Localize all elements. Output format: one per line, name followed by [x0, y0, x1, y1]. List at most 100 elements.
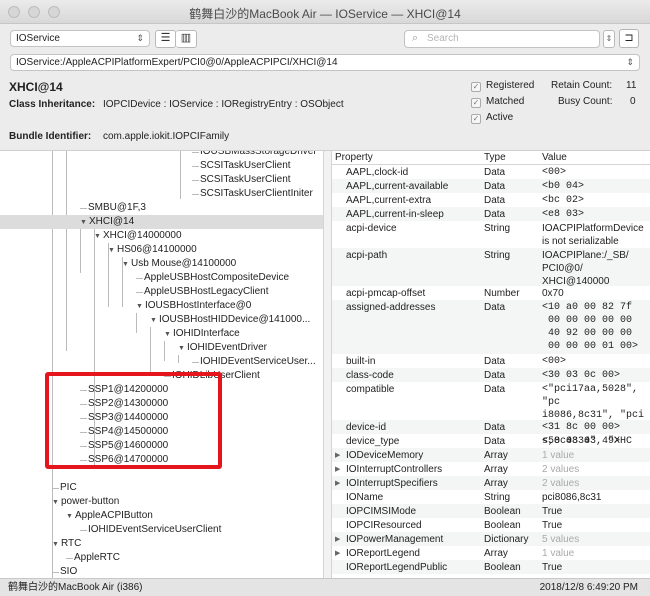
tree-row-label: AppleUSBHostCompositeDevice	[144, 272, 290, 283]
tree-row[interactable]: AppleUSBHostLegacyClient	[0, 285, 323, 299]
property-type: Data	[484, 167, 506, 178]
disclosure-triangle-icon[interactable]: ▶	[335, 449, 340, 462]
disclosure-triangle-icon[interactable]: ▶	[335, 477, 340, 490]
tree-row-label: PIC	[60, 482, 77, 493]
property-value: True	[542, 562, 563, 573]
tree-row[interactable]: SCSITaskUserClientIniter	[0, 187, 323, 201]
property-name: class-code	[346, 370, 394, 381]
property-row[interactable]: compatible Data <"pci17aa,5028", "pc i8086…	[332, 382, 650, 460]
search-options-icon[interactable]: ⇕	[603, 30, 615, 48]
tree-row[interactable]: ▼ Usb Mouse@14100000	[0, 257, 323, 271]
tree-row-content: SCSITaskUserClient	[192, 159, 291, 173]
property-row[interactable]: ▶ IOInterruptControllers Array 2 values	[332, 462, 650, 476]
tree-branch-line	[52, 488, 59, 489]
property-row[interactable]: AAPL,clock-id Data <00>	[332, 165, 650, 179]
tree-row[interactable]: SCSITaskUserClient	[0, 159, 323, 173]
tree-row-content: AppleUSBHostCompositeDevice	[136, 271, 290, 285]
disclosure-triangle-icon[interactable]: ▼	[52, 538, 61, 551]
disclosure-triangle-icon[interactable]: ▼	[108, 244, 117, 257]
content-panes: IOUSBMassStorageDriver SCSITaskUserClient…	[0, 150, 650, 579]
property-name: device_type	[346, 436, 400, 447]
tree-row[interactable]	[0, 467, 323, 481]
tree-row[interactable]: ▼ IOHIDInterface	[0, 327, 323, 341]
property-row[interactable]: AAPL,current-extra Data <bc 02>	[332, 193, 650, 207]
matched-label: Matched	[486, 96, 525, 107]
tree-row[interactable]: ▼ RTC	[0, 537, 323, 551]
property-row[interactable]: IOName String pci8086,8c31	[332, 490, 650, 504]
property-row[interactable]: assigned-addresses Data <10 a0 00 82 7f 00…	[332, 300, 650, 354]
property-type: Data	[484, 302, 506, 313]
search-field[interactable]: ⌕ Search	[404, 30, 600, 48]
pane-splitter[interactable]	[323, 151, 332, 579]
tree-row-label: SIO	[60, 566, 78, 577]
tree-row[interactable]: ▼ AppleACPIButton	[0, 509, 323, 523]
tree-row[interactable]: AppleUSBHostCompositeDevice	[0, 271, 323, 285]
list-view-button[interactable]: ☰	[155, 30, 176, 48]
property-row[interactable]: acpi-device String IOACPIPlatformDevice is…	[332, 221, 650, 248]
tree-row[interactable]: ▼ IOUSBHostInterface@0	[0, 299, 323, 313]
tree-row-label: IOUSBHostInterface@0	[145, 300, 252, 311]
disclosure-triangle-icon[interactable]: ▼	[178, 342, 187, 355]
tree-row[interactable]: ▼ XHCI@14000000	[0, 229, 323, 243]
registry-tree[interactable]: IOUSBMassStorageDriver SCSITaskUserClient…	[0, 151, 323, 579]
disclosure-triangle-icon[interactable]: ▼	[66, 510, 75, 523]
property-row[interactable]: acpi-pmcap-offset Number 0x70	[332, 286, 650, 300]
path-select[interactable]: IOService:/AppleACPIPlatformExpert/PCI0@…	[10, 54, 640, 71]
tree-row[interactable]: IOUSBMassStorageDriver	[0, 151, 323, 159]
property-row[interactable]: device-id Data <31 8c 00 00>	[332, 420, 650, 434]
tree-row[interactable]: AppleRTC	[0, 551, 323, 565]
property-row[interactable]: built-in Data <00>	[332, 354, 650, 368]
plane-select[interactable]: IOService ⇕	[10, 30, 150, 47]
tree-row[interactable]: SMBU@1F,3	[0, 201, 323, 215]
tree-row[interactable]: ▼ IOHIDEventDriver	[0, 341, 323, 355]
disclosure-triangle-icon[interactable]: ▼	[122, 258, 131, 271]
tree-branch-line	[192, 152, 199, 153]
property-row[interactable]: IOPCIResourced Boolean True	[332, 518, 650, 532]
property-value: IOACPIPlatformDevice is not serializable	[542, 223, 644, 247]
property-row[interactable]: device_type Data <58 48 43 49>	[332, 434, 650, 448]
tree-row[interactable]: SIO	[0, 565, 323, 579]
tree-row[interactable]: ▼ power-button	[0, 495, 323, 509]
property-type: Boolean	[484, 562, 521, 573]
tree-branch-line	[192, 180, 199, 181]
tree-row[interactable]: IOHIDEventServiceUser...	[0, 355, 323, 369]
tree-row[interactable]: PIC	[0, 481, 323, 495]
disclosure-triangle-icon[interactable]: ▶	[335, 547, 340, 560]
disclosure-triangle-icon[interactable]: ▼	[80, 216, 89, 229]
tree-row[interactable]: ▼ IOUSBHostHIDDevice@141000...	[0, 313, 323, 327]
disclosure-triangle-icon[interactable]: ▼	[94, 230, 103, 243]
tree-row[interactable]: SCSITaskUserClient	[0, 173, 323, 187]
tree-row[interactable]: IOHIDEventServiceUserClient	[0, 523, 323, 537]
column-view-button[interactable]: ▥	[176, 30, 197, 48]
property-value: 1 value	[542, 548, 575, 559]
column-header-property[interactable]: Property	[335, 151, 373, 164]
disclosure-triangle-icon[interactable]: ▼	[52, 496, 61, 509]
property-row[interactable]: ▶ IOReportLegend Array 1 value	[332, 546, 650, 560]
property-row[interactable]: ▶ IOInterruptSpecifiers Array 2 values	[332, 476, 650, 490]
property-value: <58 48 43 49>	[542, 436, 621, 447]
property-row[interactable]: AAPL,current-in-sleep Data <e8 03>	[332, 207, 650, 221]
tree-row-content: ▼ XHCI@14	[80, 215, 134, 229]
property-row[interactable]: ▶ IOPowerManagement Dictionary 5 values	[332, 532, 650, 546]
title-bar: 鹤舞白沙的MacBook Air — IOService — XHCI@14	[0, 0, 650, 24]
tree-row[interactable]: ▼ HS06@14100000	[0, 243, 323, 257]
disclosure-triangle-icon[interactable]: ▼	[164, 328, 173, 341]
column-header-value[interactable]: Value	[542, 151, 567, 164]
disclosure-triangle-icon[interactable]: ▼	[136, 300, 145, 313]
inspector-toggle-button[interactable]: ⊐	[619, 29, 639, 48]
tree-row-content: IOHIDEventServiceUserClient	[80, 523, 221, 537]
disclosure-triangle-icon[interactable]: ▼	[150, 314, 159, 327]
column-header-type[interactable]: Type	[484, 151, 506, 164]
disclosure-triangle-icon[interactable]: ▶	[335, 463, 340, 476]
property-row[interactable]: IOPCIMSIMode Boolean True	[332, 504, 650, 518]
tree-row[interactable]: ▼ XHCI@14	[0, 215, 323, 229]
properties-table[interactable]: Property Type Value AAPL,clock-id Data <00…	[332, 151, 650, 579]
property-row[interactable]: IOReportLegendPublic Boolean True	[332, 560, 650, 574]
disclosure-triangle-icon[interactable]: ▶	[335, 533, 340, 546]
property-row[interactable]: ▶ IODeviceMemory Array 1 value	[332, 448, 650, 462]
property-row[interactable]: AAPL,current-available Data <b0 04>	[332, 179, 650, 193]
property-row[interactable]: class-code Data <30 03 0c 00>	[332, 368, 650, 382]
property-type: Data	[484, 384, 506, 395]
property-row[interactable]: acpi-path String IOACPIPlane:/_SB/ PCI0@0/…	[332, 248, 650, 287]
property-value: 2 values	[542, 464, 580, 475]
